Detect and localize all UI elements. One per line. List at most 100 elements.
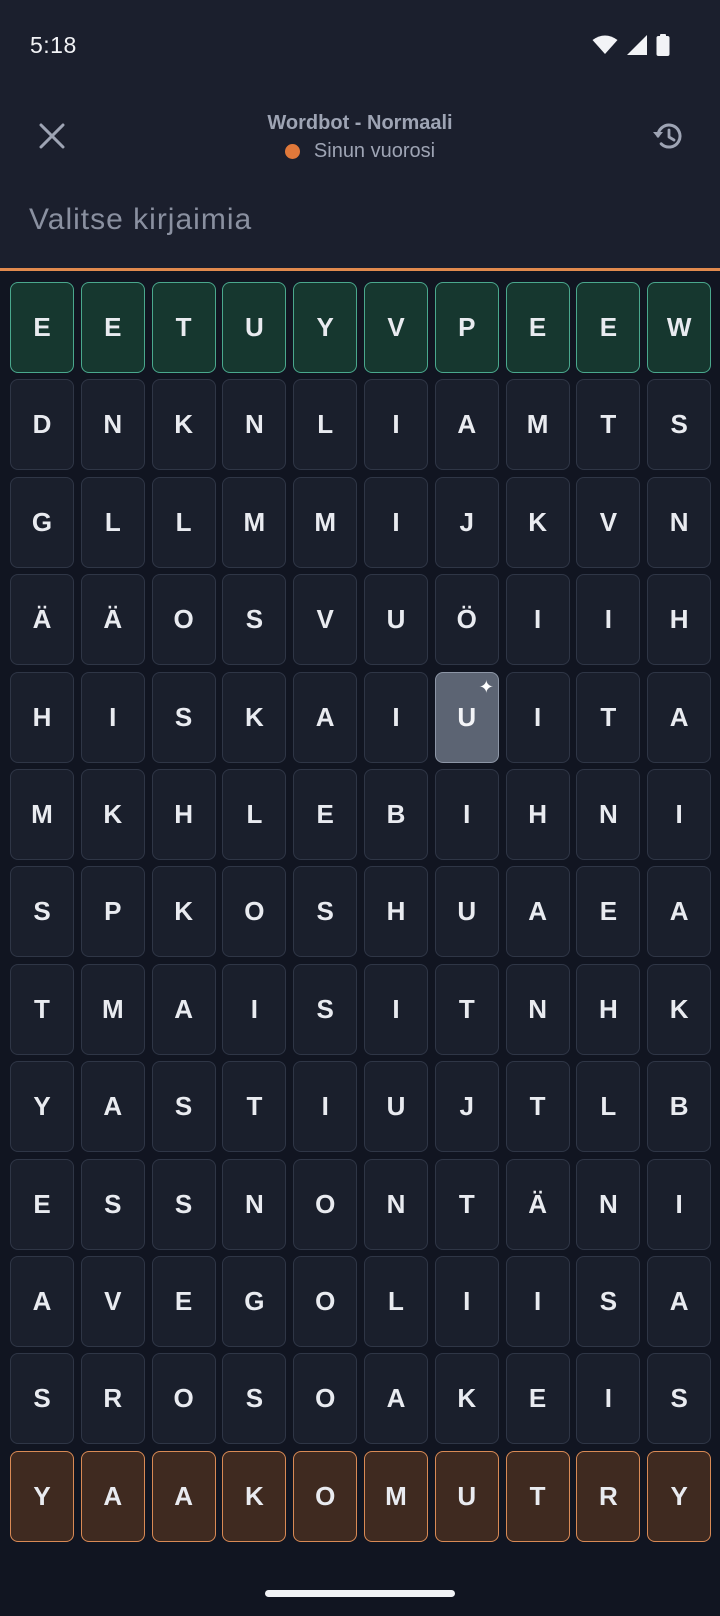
letter-tile[interactable]: I	[293, 1061, 358, 1153]
letter-tile[interactable]: A	[80, 1450, 145, 1542]
letter-tile[interactable]: V	[363, 282, 428, 373]
letter-tile[interactable]: Ä	[505, 1158, 570, 1250]
letter-tile[interactable]: V	[576, 476, 641, 568]
letter-tile[interactable]: V	[293, 574, 358, 666]
letter-tile[interactable]: I	[222, 963, 287, 1055]
letter-tile[interactable]: S	[10, 1353, 74, 1445]
letter-tile[interactable]: K	[434, 1353, 499, 1445]
letter-tile[interactable]: M	[10, 768, 74, 860]
letter-tile[interactable]: V	[80, 1255, 145, 1347]
history-button[interactable]	[644, 114, 692, 162]
letter-tile[interactable]: W	[647, 282, 712, 373]
letter-tile[interactable]: L	[222, 768, 287, 860]
letter-tile[interactable]: O	[151, 574, 216, 666]
letter-tile[interactable]: O	[293, 1450, 358, 1542]
letter-tile[interactable]: Y	[293, 282, 358, 373]
letter-tile[interactable]: S	[293, 963, 358, 1055]
letter-tile[interactable]: U	[434, 1450, 499, 1542]
letter-tile[interactable]: R	[80, 1353, 145, 1445]
letter-tile[interactable]: E	[10, 282, 74, 373]
letter-tile[interactable]: I	[434, 768, 499, 860]
letter-tile[interactable]: T	[576, 671, 641, 763]
letter-tile[interactable]: O	[293, 1255, 358, 1347]
letter-tile[interactable]: E	[80, 282, 145, 373]
letter-tile[interactable]: Y	[10, 1061, 74, 1153]
letter-tile[interactable]: S	[222, 1353, 287, 1445]
letter-tile[interactable]: A	[80, 1061, 145, 1153]
letter-tile[interactable]: O	[293, 1158, 358, 1250]
letter-tile[interactable]: I	[434, 1255, 499, 1347]
letter-tile[interactable]: P	[80, 866, 145, 958]
letter-tile[interactable]: T	[434, 1158, 499, 1250]
letter-tile[interactable]: G	[222, 1255, 287, 1347]
letter-tile[interactable]: L	[80, 476, 145, 568]
letter-tile[interactable]: N	[647, 476, 712, 568]
close-button[interactable]	[28, 114, 76, 162]
letter-tile[interactable]: S	[647, 1353, 712, 1445]
letter-tile[interactable]: T	[222, 1061, 287, 1153]
letter-tile[interactable]: I	[363, 963, 428, 1055]
letter-tile[interactable]: E	[151, 1255, 216, 1347]
letter-tile[interactable]: S	[151, 1158, 216, 1250]
letter-tile[interactable]: E	[10, 1158, 74, 1250]
letter-tile[interactable]: I	[505, 671, 570, 763]
letter-tile[interactable]: H	[576, 963, 641, 1055]
letter-tile[interactable]: R	[576, 1450, 641, 1542]
letter-tile[interactable]: H	[151, 768, 216, 860]
letter-tile[interactable]: P	[434, 282, 499, 373]
letter-tile[interactable]: B	[363, 768, 428, 860]
letter-tile[interactable]: A	[363, 1353, 428, 1445]
letter-tile[interactable]: T	[10, 963, 74, 1055]
letter-tile[interactable]: I	[363, 671, 428, 763]
letter-tile[interactable]: E	[576, 866, 641, 958]
letter-tile[interactable]: D	[10, 379, 74, 471]
letter-tile[interactable]: N	[363, 1158, 428, 1250]
letter-tile[interactable]: M	[80, 963, 145, 1055]
letter-tile[interactable]: A	[434, 379, 499, 471]
letter-tile[interactable]: T	[505, 1061, 570, 1153]
letter-tile[interactable]: T	[505, 1450, 570, 1542]
letter-tile[interactable]: K	[222, 1450, 287, 1542]
letter-tile[interactable]: U ✦	[434, 671, 499, 763]
letter-tile[interactable]: O	[293, 1353, 358, 1445]
letter-tile[interactable]: L	[576, 1061, 641, 1153]
letter-tile[interactable]: S	[222, 574, 287, 666]
letter-tile[interactable]: M	[505, 379, 570, 471]
letter-tile[interactable]: E	[505, 282, 570, 373]
letter-tile[interactable]: U	[222, 282, 287, 373]
letter-tile[interactable]: K	[505, 476, 570, 568]
letter-tile[interactable]: I	[363, 476, 428, 568]
letter-tile[interactable]: A	[151, 1450, 216, 1542]
letter-tile[interactable]: Y	[647, 1450, 712, 1542]
letter-tile[interactable]: S	[151, 1061, 216, 1153]
letter-tile[interactable]: S	[647, 379, 712, 471]
letter-tile[interactable]: S	[80, 1158, 145, 1250]
letter-tile[interactable]: I	[505, 1255, 570, 1347]
letter-tile[interactable]: B	[647, 1061, 712, 1153]
letter-tile[interactable]: A	[647, 866, 712, 958]
letter-tile[interactable]: E	[293, 768, 358, 860]
letter-tile[interactable]: K	[151, 379, 216, 471]
letter-tile[interactable]: N	[80, 379, 145, 471]
letter-tile[interactable]: O	[222, 866, 287, 958]
letter-tile[interactable]: E	[505, 1353, 570, 1445]
letter-tile[interactable]: I	[576, 574, 641, 666]
letter-tile[interactable]: O	[151, 1353, 216, 1445]
letter-tile[interactable]: Ä	[80, 574, 145, 666]
letter-tile[interactable]: H	[505, 768, 570, 860]
home-indicator[interactable]	[265, 1590, 455, 1597]
letter-tile[interactable]: T	[576, 379, 641, 471]
letter-tile[interactable]: A	[505, 866, 570, 958]
letter-tile[interactable]: I	[647, 768, 712, 860]
letter-tile[interactable]: N	[222, 379, 287, 471]
letter-tile[interactable]: N	[576, 1158, 641, 1250]
letter-tile[interactable]: A	[151, 963, 216, 1055]
letter-tile[interactable]: Y	[10, 1450, 74, 1542]
letter-tile[interactable]: I	[363, 379, 428, 471]
letter-tile[interactable]: N	[505, 963, 570, 1055]
letter-tile[interactable]: S	[10, 866, 74, 958]
letter-tile[interactable]: I	[505, 574, 570, 666]
letter-tile[interactable]: H	[647, 574, 712, 666]
letter-tile[interactable]: H	[363, 866, 428, 958]
letter-tile[interactable]: N	[222, 1158, 287, 1250]
